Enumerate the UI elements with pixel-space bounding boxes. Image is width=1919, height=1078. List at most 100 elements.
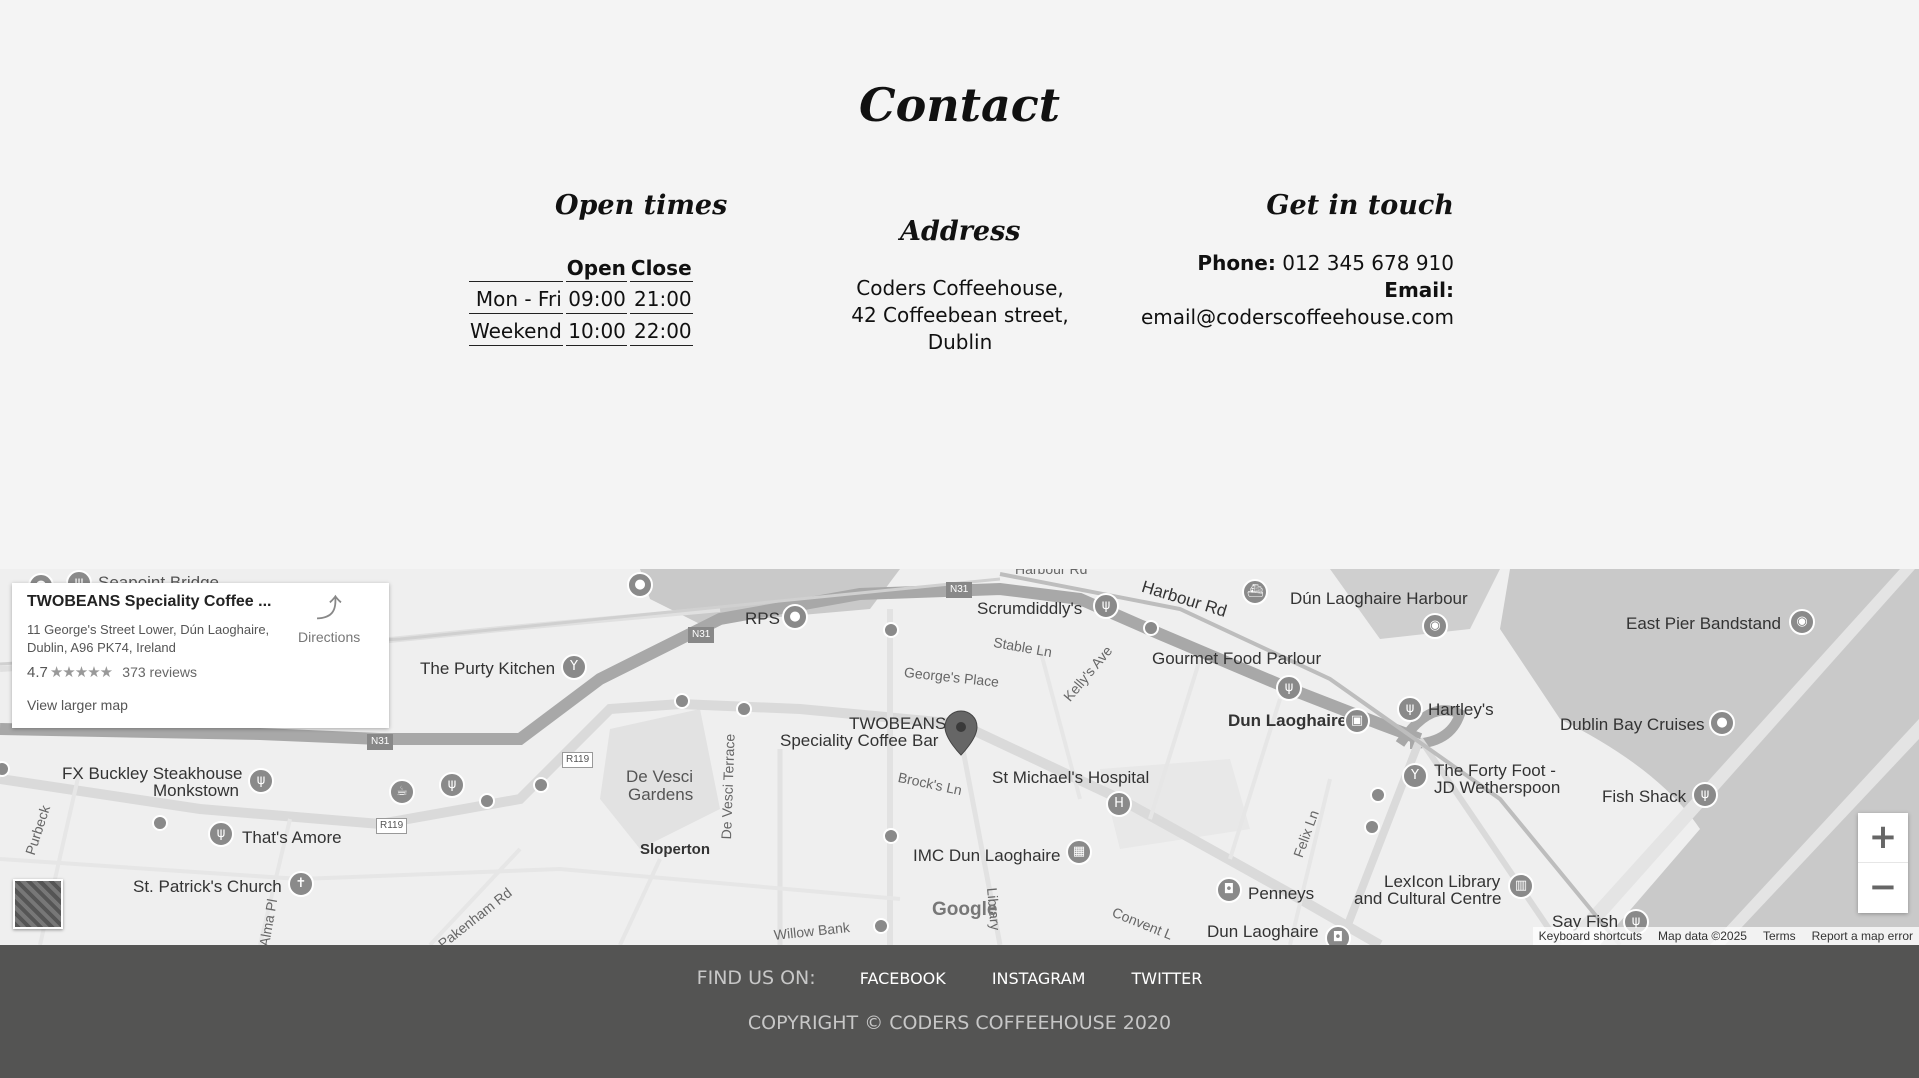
place-rating: 4.7 ★★★★★ 373 reviews [27, 663, 197, 681]
directions-link[interactable]: Directions [298, 629, 360, 645]
phone-label: Phone: [1197, 251, 1276, 275]
road-shield-n31: N31 [688, 627, 715, 643]
bus-stop-icon[interactable] [674, 693, 690, 709]
email-address[interactable]: email@coderscoffeehouse.com [1141, 304, 1454, 331]
table-row: Weekend 10:00 22:00 [469, 316, 693, 346]
map-label-sloperton: Sloperton [640, 841, 710, 858]
boat-icon[interactable]: ⛴ [1242, 579, 1268, 605]
location-marker-icon[interactable] [943, 709, 979, 757]
rating-value: 4.7 [27, 664, 48, 681]
site-footer: FIND US ON: FACEBOOK INSTAGRAM TWITTER C… [0, 945, 1919, 1078]
map-attribution-bar: Keyboard shortcuts Map data ©2025 Terms … [1532, 927, 1919, 945]
address-heading: Address [900, 216, 1021, 247]
restaurant-icon[interactable]: ψ [248, 768, 274, 794]
google-logo: Google [932, 899, 998, 920]
get-in-touch-heading: Get in touch [1266, 190, 1454, 221]
hospital-icon[interactable]: H [1106, 791, 1132, 817]
poi-pin-icon[interactable]: ● [1709, 710, 1735, 736]
bus-stop-icon[interactable] [873, 918, 889, 934]
table-cell-close: 22:00 [629, 316, 693, 346]
instagram-link[interactable]: INSTAGRAM [992, 969, 1086, 988]
report-error-link[interactable]: Report a map error [1812, 929, 1913, 943]
restaurant-icon[interactable]: ψ [1276, 675, 1302, 701]
map-label-gourmet: Gourmet Food Parlour [1152, 649, 1322, 668]
restaurant-icon[interactable]: ψ [1692, 782, 1718, 808]
bus-stop-icon[interactable] [152, 815, 168, 831]
zoom-out-button[interactable]: − [1858, 863, 1908, 913]
map-label-east-pier: East Pier Bandstand [1626, 614, 1781, 633]
map-label-lexicon-2: and Cultural Centre [1354, 889, 1502, 908]
bus-stop-icon[interactable] [1364, 819, 1380, 835]
bus-stop-icon[interactable] [883, 828, 899, 844]
map-label-harbour-rd-top: Harbour Rd [1015, 569, 1088, 577]
phone-number: 012 345 678 910 [1282, 251, 1454, 275]
building-icon[interactable]: ▦ [1066, 839, 1092, 865]
table-header-row: Open Close [469, 254, 693, 282]
map-label-fx-buckley-2: Monkstown [153, 781, 239, 800]
map-label-hartleys: Hartley's [1428, 700, 1494, 719]
keyboard-shortcuts-link[interactable]: Keyboard shortcuts [1539, 929, 1642, 943]
review-count[interactable]: 373 reviews [122, 664, 197, 680]
camera-icon[interactable]: ◉ [1422, 613, 1448, 639]
church-icon[interactable]: ✝ [288, 871, 314, 897]
road-shield-r119: R119 [562, 752, 594, 768]
bus-stop-icon[interactable] [479, 793, 495, 809]
place-name: TWOBEANS Speciality Coffee ... [27, 593, 272, 610]
facebook-link[interactable]: FACEBOOK [860, 969, 946, 988]
table-cell-open: 10:00 [565, 316, 627, 346]
cafe-icon[interactable]: ☕ [389, 779, 415, 805]
map-label-forty-foot-2: JD Wetherspoon [1434, 778, 1561, 797]
restaurant-icon[interactable]: ψ [1093, 593, 1119, 619]
view-larger-map-link[interactable]: View larger map [27, 697, 128, 713]
bus-stop-icon[interactable] [1370, 787, 1386, 803]
twitter-link[interactable]: TWITTER [1132, 969, 1203, 988]
address-line: 42 Coffeebean street, [851, 303, 1069, 327]
map-data-text: Map data ©2025 [1658, 929, 1747, 943]
restaurant-icon[interactable]: ψ [439, 772, 465, 798]
zoom-in-button[interactable]: + [1858, 813, 1908, 863]
table-header-close: Close [629, 254, 693, 282]
table-cell-close: 21:00 [629, 284, 693, 314]
opening-hours-table: Open Close Mon - Fri 09:00 21:00 Weekend… [466, 252, 696, 348]
map-label-twobeans-2: Speciality Coffee Bar [780, 731, 939, 750]
camera-icon[interactable]: ◉ [1789, 609, 1815, 635]
zoom-controls: + − [1858, 813, 1908, 913]
terms-link[interactable]: Terms [1763, 929, 1796, 943]
directions-icon[interactable]: ⤴ [314, 593, 344, 623]
open-times-heading: Open times [555, 190, 728, 221]
address-block: Coders Coffeehouse, 42 Coffeebean street… [840, 275, 1080, 356]
restaurant-icon[interactable]: ψ [208, 821, 234, 847]
map-label-thats-amore: That's Amore [242, 828, 342, 847]
map-label-penneys: Penneys [1248, 884, 1315, 903]
road-shield-n31: N31 [367, 734, 394, 750]
bar-icon[interactable]: Y [1402, 763, 1428, 789]
embedded-map[interactable]: Seapoint Bridge The Purty Kitchen RPS Sc… [0, 569, 1919, 945]
map-label-dun-laoghaire-harbour: Dún Laoghaire Harbour [1290, 589, 1468, 608]
road-shield-r119: R119 [376, 818, 408, 834]
bar-icon[interactable]: Y [561, 654, 587, 680]
copyright-text: COPYRIGHT © CODERS COFFEEHOUSE 2020 [747, 1012, 1172, 1034]
bus-stop-icon[interactable] [883, 622, 899, 638]
map-label-st-patricks: St. Patrick's Church [133, 877, 282, 896]
bus-stop-icon[interactable] [1143, 620, 1159, 636]
map-label-purty-kitchen: The Purty Kitchen [420, 659, 556, 678]
table-cell-day: Mon - Fri [469, 284, 563, 314]
email-label: Email: [1384, 278, 1454, 302]
poi-pin-icon[interactable]: ● [782, 604, 808, 630]
train-station-icon[interactable]: ▣ [1344, 708, 1370, 734]
table-cell-day: Weekend [469, 316, 563, 346]
rating-stars-icon: ★★★★★ [49, 664, 113, 681]
bus-stop-icon[interactable] [736, 701, 752, 717]
find-us-label: FIND US ON: [696, 967, 816, 989]
map-label-de-vesci-1: De Vesci [626, 767, 694, 786]
map-label-fish-shack: Fish Shack [1602, 787, 1687, 806]
library-icon[interactable]: ▥ [1508, 873, 1534, 899]
place-info-card: TWOBEANS Speciality Coffee ... 11 George… [12, 583, 389, 728]
restaurant-icon[interactable]: ψ [1397, 696, 1423, 722]
satellite-toggle-button[interactable] [13, 879, 63, 929]
shopping-icon[interactable]: ◘ [1325, 925, 1351, 945]
shopping-icon[interactable]: ◘ [1216, 877, 1242, 903]
poi-pin-icon[interactable]: ● [627, 572, 653, 598]
map-label-de-vesci-2: Gardens [628, 785, 694, 804]
bus-stop-icon[interactable] [533, 777, 549, 793]
